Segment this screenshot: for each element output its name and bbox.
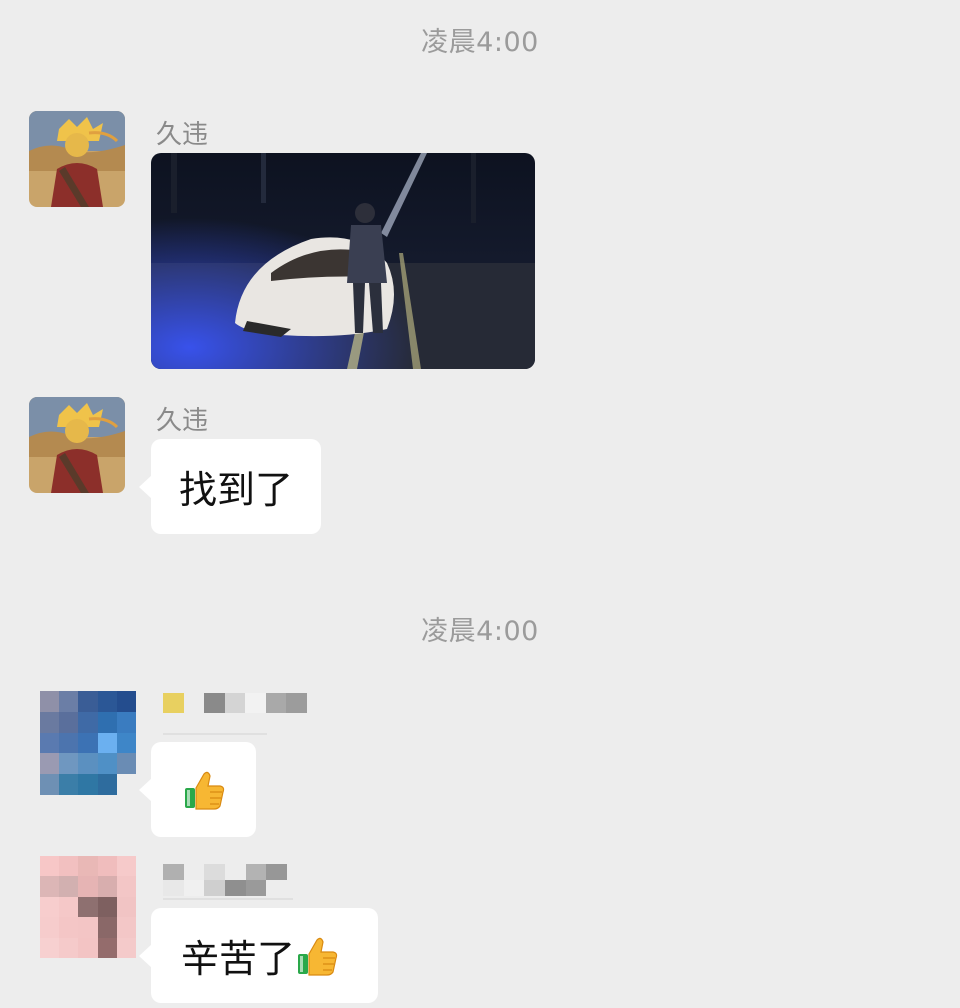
thumbs-up-icon [184, 771, 224, 810]
censored-name-underline [163, 898, 293, 900]
image-message[interactable] [151, 153, 535, 369]
message-bubble[interactable] [139, 742, 256, 837]
timestamp: 凌晨4:00 [421, 616, 539, 647]
censored-name-underline [163, 733, 267, 735]
message-text: 辛苦了 [181, 937, 296, 981]
censored-avatar[interactable] [40, 691, 136, 795]
sender-name: 久违 [156, 120, 209, 150]
censored-sender-name [163, 693, 307, 713]
avatar-illustration [29, 397, 125, 493]
avatar-illustration [29, 111, 125, 207]
message-bubble[interactable]: 辛苦了 [139, 908, 378, 1003]
avatar[interactable] [29, 397, 125, 493]
avatar[interactable] [29, 111, 125, 207]
thumbs-up-icon [298, 937, 338, 976]
sender-name: 久违 [156, 406, 209, 436]
censored-sender-name [163, 864, 287, 896]
censored-avatar[interactable] [40, 856, 136, 958]
timestamp: 凌晨4:00 [421, 27, 539, 58]
message-text: 找到了 [179, 468, 294, 512]
message-bubble[interactable]: 找到了 [138, 439, 322, 534]
car-photo-image [151, 153, 535, 369]
